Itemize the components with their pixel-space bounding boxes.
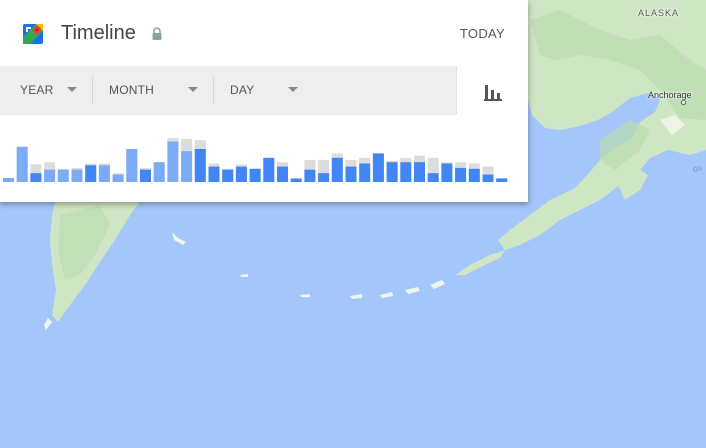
anchorage-marker bbox=[681, 100, 686, 105]
bar-visited[interactable] bbox=[277, 166, 288, 182]
bar-visited[interactable] bbox=[71, 169, 83, 182]
bar-visited[interactable] bbox=[44, 169, 56, 182]
divider bbox=[92, 76, 93, 104]
bar-visited[interactable] bbox=[98, 165, 110, 182]
page-title: Timeline bbox=[61, 22, 136, 44]
bar-visited[interactable] bbox=[208, 166, 220, 182]
bar-visited[interactable] bbox=[400, 162, 412, 182]
bar-visited[interactable] bbox=[455, 167, 467, 182]
bar-visited[interactable] bbox=[414, 162, 425, 182]
bar-visited[interactable] bbox=[468, 168, 480, 182]
bar-visited[interactable] bbox=[30, 173, 42, 182]
bar-visited[interactable] bbox=[167, 141, 179, 182]
bar-visited[interactable] bbox=[386, 162, 398, 182]
bar-visited[interactable] bbox=[263, 157, 275, 182]
date-selectors: YEAR MONTH DAY bbox=[0, 66, 456, 114]
bar-visited[interactable] bbox=[235, 166, 247, 182]
day-dropdown[interactable]: DAY bbox=[230, 66, 310, 114]
bar-visited[interactable] bbox=[441, 163, 453, 182]
bar-visited[interactable] bbox=[304, 169, 316, 182]
divider bbox=[213, 76, 214, 104]
bar-visited[interactable] bbox=[112, 174, 124, 182]
bar-visited[interactable] bbox=[318, 173, 330, 182]
bar-visited[interactable] bbox=[482, 174, 494, 182]
month-label: MONTH bbox=[109, 83, 154, 97]
year-dropdown[interactable]: YEAR bbox=[20, 66, 88, 114]
bar-visited[interactable] bbox=[331, 157, 343, 182]
bar-visited[interactable] bbox=[85, 165, 97, 182]
chevron-down-icon bbox=[188, 87, 198, 92]
bar-visited[interactable] bbox=[359, 163, 371, 182]
chevron-down-icon bbox=[67, 87, 77, 92]
bar-visited[interactable] bbox=[290, 178, 302, 182]
bar-visited[interactable] bbox=[249, 168, 261, 182]
bar-visited[interactable] bbox=[16, 146, 28, 182]
month-dropdown[interactable]: MONTH bbox=[109, 66, 209, 114]
bar-chart-icon bbox=[484, 85, 502, 101]
lock-icon bbox=[152, 27, 162, 40]
bar-visited[interactable] bbox=[153, 162, 165, 182]
bar-visited[interactable] bbox=[126, 149, 138, 182]
bar-visited[interactable] bbox=[3, 178, 14, 182]
bar-visited[interactable] bbox=[345, 166, 357, 182]
bar-visited[interactable] bbox=[57, 169, 69, 182]
bar-visited[interactable] bbox=[372, 153, 384, 182]
bar-chart-toggle-button[interactable] bbox=[456, 66, 528, 114]
google-maps-icon bbox=[23, 24, 43, 44]
today-button[interactable]: TODAY bbox=[460, 26, 505, 41]
map-label-anchorage: Anchorage bbox=[648, 90, 692, 100]
timeline-header: Timeline TODAY bbox=[0, 0, 528, 66]
day-label: DAY bbox=[230, 83, 255, 97]
bar-visited[interactable] bbox=[427, 173, 439, 182]
map-label-alaska: ALASKA bbox=[638, 8, 680, 18]
bar-visited[interactable] bbox=[194, 149, 206, 182]
chevron-down-icon bbox=[288, 87, 298, 92]
bar-visited[interactable] bbox=[140, 169, 151, 182]
daily-activity-chart[interactable] bbox=[0, 115, 528, 202]
bar-visited[interactable] bbox=[222, 169, 234, 182]
bar-visited[interactable] bbox=[496, 178, 508, 182]
bar-visited[interactable] bbox=[181, 151, 193, 182]
year-label: YEAR bbox=[20, 83, 54, 97]
timeline-panel: Timeline TODAY YEAR MONTH DAY bbox=[0, 0, 528, 202]
